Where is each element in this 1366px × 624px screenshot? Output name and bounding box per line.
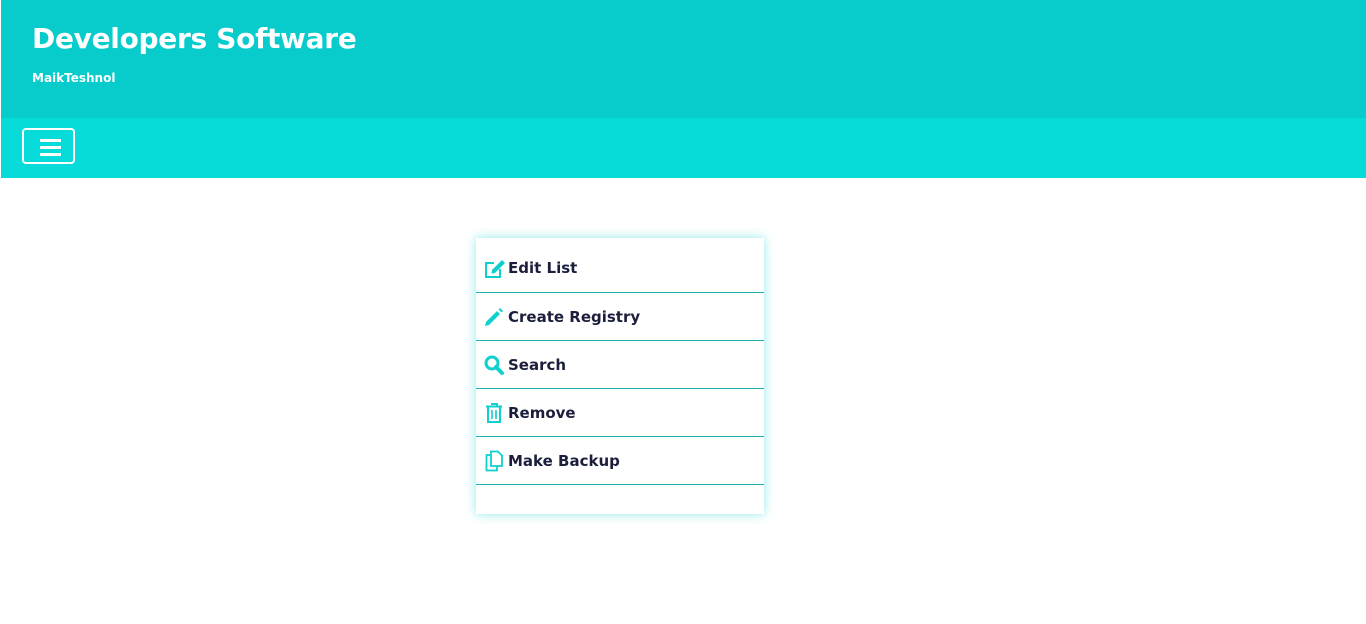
menu-item-label: Edit List <box>508 258 578 277</box>
pencil-icon <box>482 305 506 329</box>
menu-item-remove[interactable]: Remove <box>476 389 764 437</box>
action-menu: Edit List Create Registry Search Remove … <box>476 238 764 514</box>
menu-item-label: Remove <box>508 403 576 422</box>
site-subtitle: MaikTeshnol <box>32 71 116 85</box>
menu-item-edit-list[interactable]: Edit List <box>476 238 764 293</box>
menu-item-label: Create Registry <box>508 307 641 326</box>
menu-item-label: Search <box>508 355 567 374</box>
trash-icon <box>482 401 506 425</box>
copy-icon <box>482 449 506 473</box>
navbar <box>1 118 1366 178</box>
site-title: Developers Software <box>32 22 357 55</box>
menu-item-create-registry[interactable]: Create Registry <box>476 293 764 341</box>
edit-icon <box>482 256 506 280</box>
menu-toggle-button[interactable] <box>22 128 75 164</box>
search-icon <box>482 353 506 377</box>
menu-item-search[interactable]: Search <box>476 341 764 389</box>
menu-item-make-backup[interactable]: Make Backup <box>476 437 764 485</box>
site-header: Developers Software MaikTeshnol <box>1 0 1366 118</box>
menu-item-label: Make Backup <box>508 451 620 470</box>
